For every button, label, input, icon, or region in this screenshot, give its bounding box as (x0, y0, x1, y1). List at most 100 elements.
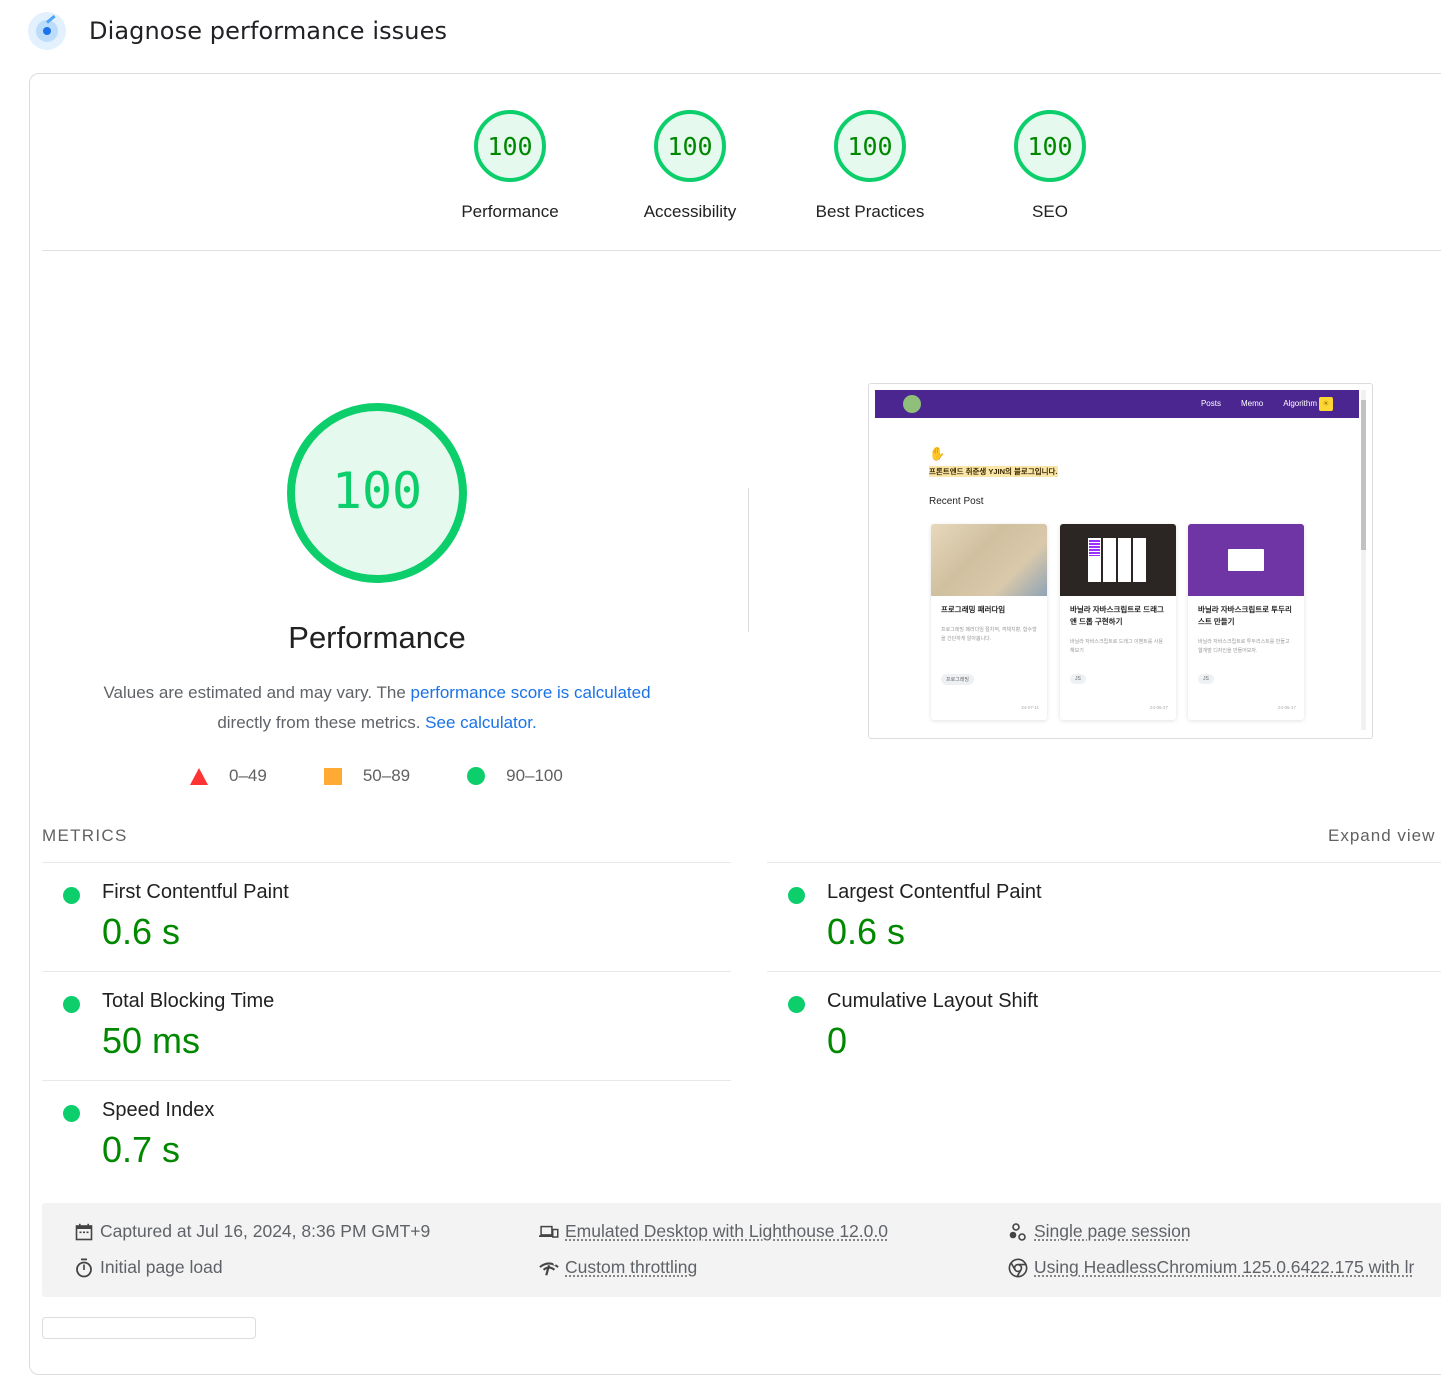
performance-title: Performance (288, 620, 466, 655)
score-value: 100 (1027, 131, 1073, 161)
expand-view-toggle[interactable]: Expand view (1328, 826, 1435, 846)
gauge-best-practices[interactable]: 100 Best Practices (780, 110, 960, 222)
site-navbar: Posts Memo Algorithm ☀ (875, 390, 1359, 418)
post-desc: 프로그래밍 패러다임 절차적, 객체지향, 함수형을 간단하게 알아봅니다. (941, 627, 1037, 642)
metric-name: Largest Contentful Paint (827, 881, 1042, 903)
divider (767, 862, 1441, 863)
gauge-accessibility[interactable]: 100 Accessibility (600, 110, 780, 222)
device-emulation[interactable]: Emulated Desktop with Lighthouse 12.0.0 (539, 1221, 888, 1242)
category-scores: 100 Performance 100 Accessibility 100 Be… (420, 110, 1140, 222)
performance-score-gauge: 100 (287, 403, 467, 583)
score-legend: 0–49 50–89 90–100 (190, 766, 563, 786)
gauge-seo[interactable]: 100 SEO (960, 110, 1140, 222)
calendar-icon (74, 1222, 94, 1242)
waving-hand-icon: ✋ (929, 446, 946, 461)
site-intro: 프론트엔드 취준생 YJIN의 블로그입니다. (929, 466, 1058, 477)
nav-link: Algorithm (1283, 399, 1317, 408)
post-thumbnail (1188, 524, 1304, 596)
post-tag: 프로그래밍 (941, 674, 975, 685)
see-calculator-link[interactable]: See calculator. (425, 713, 537, 732)
post-thumbnail (931, 524, 1047, 596)
score-calculated-link[interactable]: performance score is calculated (411, 683, 651, 702)
pass-circle-icon (63, 1105, 80, 1122)
post-title: 프로그래밍 패러다임 (941, 605, 1006, 614)
divider (42, 971, 731, 972)
browser-version[interactable]: Using HeadlessChromium 125.0.6422.175 wi… (1008, 1257, 1414, 1278)
captured-text: Captured at Jul 16, 2024, 8:36 PM GMT+9 (100, 1221, 431, 1241)
divider (42, 1080, 731, 1081)
gauge-label: Best Practices (815, 202, 925, 221)
post-desc: 바닐라 자바스크립트로 드래그 이벤트를 사용해보기 (1070, 639, 1163, 654)
metric-cls: Cumulative Layout Shift 0 (788, 990, 1428, 1070)
metric-value: 0.6 s (102, 911, 181, 952)
pass-circle-icon (788, 996, 805, 1013)
load-text: Initial page load (100, 1257, 223, 1277)
session-dots-icon (1008, 1222, 1028, 1242)
vertical-divider (748, 488, 749, 632)
runtime-settings: Captured at Jul 16, 2024, 8:36 PM GMT+9 … (42, 1203, 1441, 1297)
metric-name: First Contentful Paint (102, 881, 289, 903)
final-screenshot[interactable]: Posts Memo Algorithm ☀ ✋ 프론트엔드 취준생 YJIN의… (868, 383, 1373, 739)
gauge-label: Accessibility (643, 202, 737, 221)
post-desc: 바닐라 자바스크립트로 투두리스트를 만들고 웹개발 디자인을 만들어보자. (1198, 639, 1290, 654)
device-text: Emulated Desktop with Lighthouse 12.0.0 (565, 1221, 888, 1241)
post-date: 24-06-17 (1277, 705, 1296, 710)
circle-icon (467, 767, 486, 785)
site-avatar (903, 395, 921, 413)
score-circle: 100 (834, 110, 906, 182)
screenshot-scrollbar (1361, 390, 1366, 730)
session-text: Single page session (1034, 1221, 1191, 1241)
triangle-icon (190, 767, 208, 785)
legend-range: 0–49 (229, 766, 267, 785)
network-throttling[interactable]: Custom throttling (539, 1257, 697, 1278)
browser-text: Using HeadlessChromium 125.0.6422.175 wi… (1034, 1257, 1415, 1277)
gauge-label: SEO (1032, 202, 1068, 221)
nav-link: Posts (1200, 399, 1221, 408)
score-value: 100 (847, 131, 893, 161)
score-circle: 100 (1014, 110, 1086, 182)
post-title: 바닐라 자바스크립트로 투두리스트 만들기 (1198, 605, 1292, 626)
metric-fcp: First Contentful Paint 0.6 s (63, 881, 723, 961)
wifi-throttle-icon (539, 1258, 559, 1278)
divider (767, 971, 1441, 972)
metrics-heading: METRICS (42, 826, 128, 845)
stopwatch-icon (74, 1258, 94, 1278)
score-circle: 100 (474, 110, 546, 182)
gauge-performance[interactable]: 100 Performance (420, 110, 600, 222)
nav-link: Memo (1240, 399, 1264, 408)
pass-circle-icon (788, 887, 805, 904)
devices-icon (539, 1222, 559, 1242)
post-card: 바닐라 자바스크립트로 투두리스트 만들기 바닐라 자바스크립트로 투두리스트를… (1188, 524, 1304, 720)
divider (42, 250, 1441, 251)
desc-text: Values are estimated and may vary. The (103, 683, 411, 702)
legend-range: 90–100 (506, 766, 563, 785)
post-date: 24-07-11 (1021, 705, 1039, 710)
square-icon (323, 767, 342, 785)
post-title: 바닐라 자바스크립트로 드래그 앤 드롭 구현하기 (1070, 605, 1164, 626)
recent-heading: Recent Post (929, 496, 984, 507)
metric-name: Speed Index (102, 1099, 215, 1121)
pass-circle-icon (63, 996, 80, 1013)
post-thumbnail (1060, 524, 1176, 596)
lighthouse-gauge-icon (28, 12, 66, 50)
legend-fail: 0–49 (190, 766, 267, 786)
gauge-label: Performance (461, 202, 559, 221)
metric-value: 0.6 s (827, 911, 906, 952)
score-value: 100 (487, 131, 533, 161)
pass-circle-icon (63, 887, 80, 904)
throttling-text: Custom throttling (565, 1257, 698, 1277)
legend-average: 50–89 (323, 766, 411, 786)
score-value: 100 (667, 131, 713, 161)
desc-text: directly from these metrics. (217, 713, 426, 732)
view-treemap-button[interactable] (42, 1317, 256, 1339)
score-circle: 100 (654, 110, 726, 182)
page-title: Diagnose performance issues (89, 17, 448, 45)
legend-range: 50–89 (362, 766, 411, 785)
metric-value: 0 (827, 1020, 848, 1061)
page-load-mode: Initial page load (74, 1257, 223, 1278)
post-date: 24-06-27 (1149, 705, 1168, 710)
post-tag: JS (1198, 674, 1214, 684)
session-type[interactable]: Single page session (1008, 1221, 1191, 1242)
metric-lcp: Largest Contentful Paint 0.6 s (788, 881, 1428, 961)
post-card: 바닐라 자바스크립트로 드래그 앤 드롭 구현하기 바닐라 자바스크립트로 드래… (1060, 524, 1176, 720)
